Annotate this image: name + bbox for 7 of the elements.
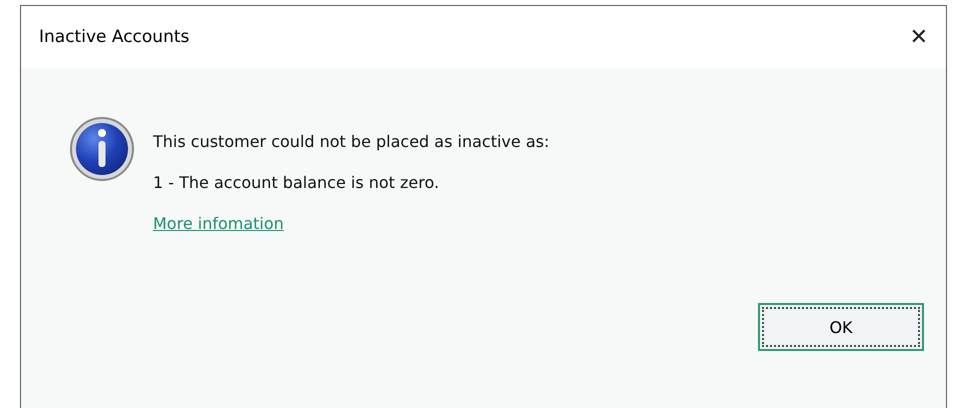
window-title: Inactive Accounts [39,27,190,47]
message-text: 1 - The account balance is not zero. [153,173,440,192]
close-button[interactable]: ✕ [906,24,932,50]
info-icon [69,116,135,182]
more-information-link[interactable]: More infomation [153,214,284,233]
message-text: This customer could not be placed as inactive as: [153,132,550,151]
ok-button[interactable]: OK [758,303,924,351]
